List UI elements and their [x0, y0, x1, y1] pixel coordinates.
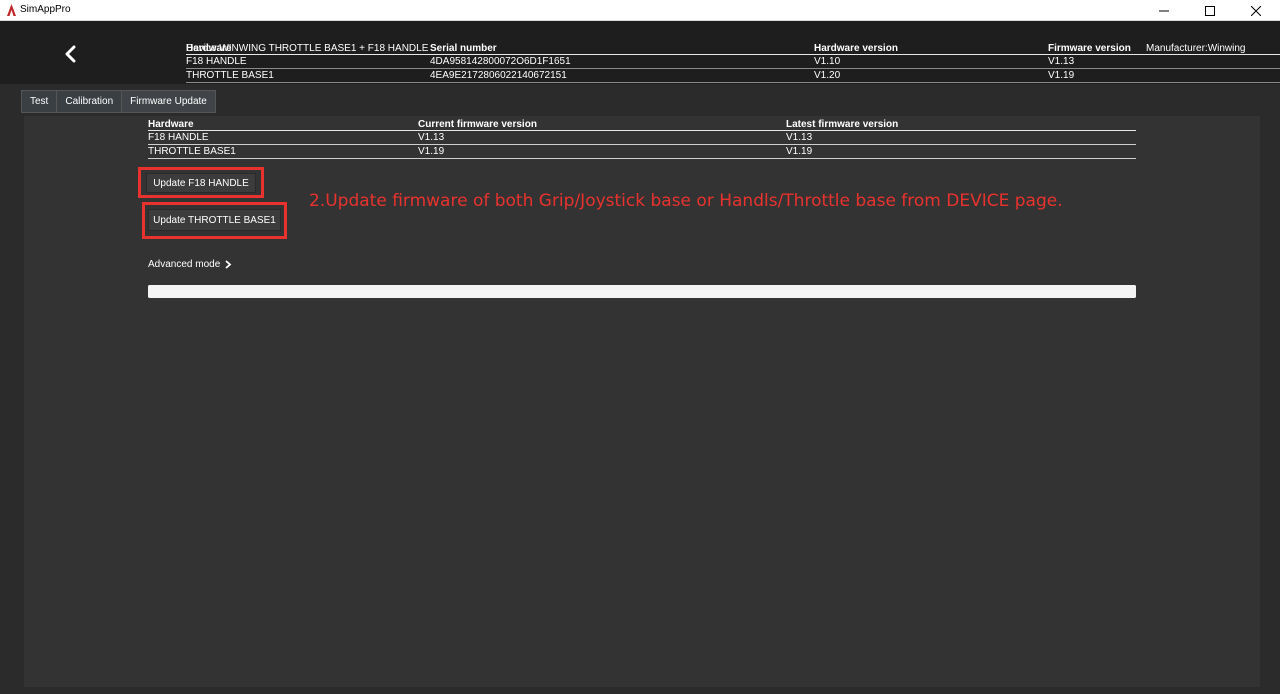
table-cell: V1.10	[814, 56, 841, 67]
column-header: Hardware	[186, 43, 232, 54]
table-cell: V1.13	[786, 132, 813, 143]
table-cell: V1.20	[814, 70, 841, 81]
maximize-button[interactable]	[1187, 0, 1233, 21]
minimize-button[interactable]	[1141, 0, 1187, 21]
table-cell: THROTTLE BASE1	[148, 146, 236, 157]
window-title: SimAppPro	[20, 4, 71, 15]
tab-bar: Test Calibration Firmware Update	[21, 90, 216, 113]
table-cell: V1.13	[1048, 56, 1075, 67]
maximize-icon	[1205, 5, 1215, 16]
simapppro-logo-icon	[7, 4, 16, 16]
tab-firmware-update[interactable]: Firmware Update	[122, 91, 215, 112]
advanced-mode-label: Advanced mode	[148, 259, 221, 270]
close-icon	[1251, 5, 1261, 16]
title-bar: SimAppPro	[0, 0, 1280, 21]
table-row: F18 HANDLE 4DA958142800072O6D1F1651 V1.1…	[186, 55, 1280, 69]
progress-fill	[148, 285, 1136, 298]
chevron-left-icon[interactable]	[62, 45, 80, 63]
table-row: THROTTLE BASE1 4EA9E2172806022140672151 …	[186, 69, 1280, 83]
table-cell: V1.19	[786, 146, 813, 157]
table-row: F18 HANDLE V1.13 V1.13	[148, 131, 1136, 145]
advanced-mode-toggle[interactable]: Advanced mode	[148, 259, 232, 270]
table-cell: V1.19	[1048, 70, 1075, 81]
update-base-button[interactable]: Update THROTTLE BASE1	[148, 209, 281, 231]
column-header: Firmware version	[1048, 43, 1131, 54]
column-header: Serial number	[430, 43, 497, 54]
hardware-table: Hardware Serial number Hardware version …	[186, 42, 1280, 83]
table-cell: 4EA9E2172806022140672151	[430, 70, 567, 81]
close-button[interactable]	[1233, 0, 1279, 21]
column-header: Current firmware version	[418, 119, 537, 130]
tab-test[interactable]: Test	[22, 91, 58, 112]
column-header: Hardware version	[814, 43, 898, 54]
column-header: Hardware	[148, 119, 194, 130]
update-handle-button[interactable]: Update F18 HANDLE	[146, 173, 256, 193]
table-header-row: Hardware Current firmware version Latest…	[148, 118, 1136, 131]
table-cell: F18 HANDLE	[148, 132, 209, 143]
minimize-icon	[1159, 10, 1169, 11]
table-header-row: Hardware Serial number Hardware version …	[186, 42, 1280, 55]
table-cell: F18 HANDLE	[186, 56, 247, 67]
instruction-annotation: 2.Update firmware of both Grip/Joystick …	[309, 191, 1063, 211]
firmware-update-panel: Hardware Current firmware version Latest…	[24, 116, 1260, 687]
device-header: Device:WINWING THROTTLE BASE1 + F18 HAND…	[0, 21, 1280, 84]
table-cell: 4DA958142800072O6D1F1651	[430, 56, 571, 67]
table-cell: V1.19	[418, 146, 445, 157]
table-cell: THROTTLE BASE1	[186, 70, 274, 81]
chevron-right-icon	[225, 260, 232, 269]
tab-calibration[interactable]: Calibration	[57, 91, 123, 112]
firmware-table: Hardware Current firmware version Latest…	[148, 118, 1136, 159]
progress-bar	[148, 285, 1136, 298]
table-cell: V1.13	[418, 132, 445, 143]
column-header: Latest firmware version	[786, 119, 899, 130]
table-row: THROTTLE BASE1 V1.19 V1.19	[148, 145, 1136, 159]
